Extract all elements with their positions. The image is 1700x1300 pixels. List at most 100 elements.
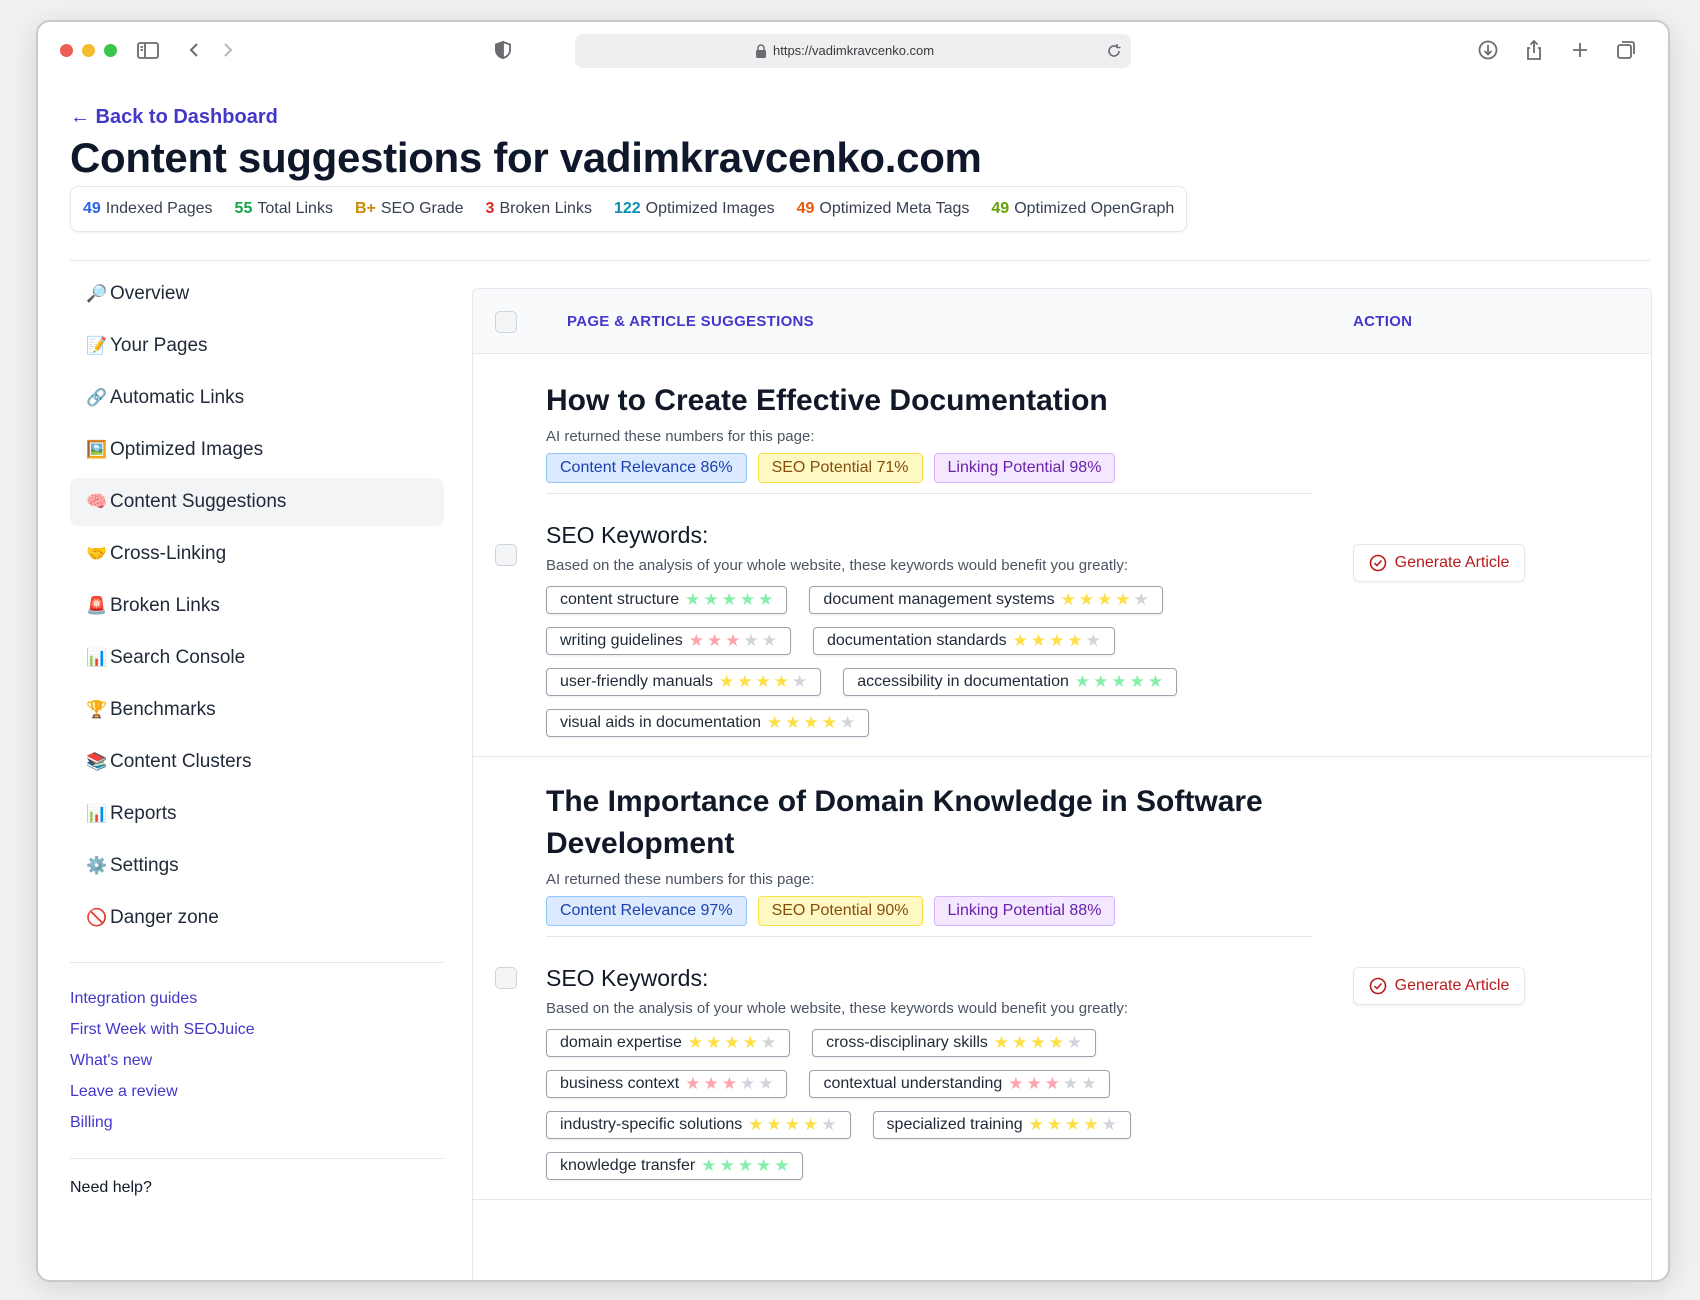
sidebar-item-label: Automatic Links	[110, 387, 245, 408]
maximize-window-button[interactable]	[104, 44, 117, 57]
sidebar: 🔎 Overview 📝 Your Pages 🔗 Automatic Links 🖼️ Op…	[70, 270, 444, 1197]
keyword-tag[interactable]: documentation standards ★★★★★	[812, 627, 1115, 655]
star-icon: ★	[706, 1033, 725, 1052]
downloads-icon[interactable]	[1474, 36, 1502, 64]
suggestions-table: PAGE & ARTICLE SUGGESTIONS ACTION How to…	[472, 288, 1652, 1280]
star-icon: ★	[1083, 1115, 1102, 1134]
sidebar-item-label: Overview	[110, 283, 190, 304]
star-icon: ★	[1078, 590, 1098, 609]
star-icon: ★	[1067, 631, 1086, 650]
close-window-button[interactable]	[60, 44, 73, 57]
sidebar-link[interactable]: First Week with SEOJuice	[70, 1014, 444, 1045]
keyword-rating: ★★★★★	[685, 590, 776, 610]
keyword-tag[interactable]: cross-disciplinary skills ★★★★★	[812, 1029, 1097, 1057]
star-icon: ★	[1097, 590, 1116, 609]
sidebar-toggle-icon[interactable]	[134, 36, 162, 64]
keyword-tag[interactable]: business context ★★★★★	[546, 1070, 788, 1098]
sidebar-item-automatic-links[interactable]: 🔗 Automatic Links	[70, 374, 444, 422]
sidebar-item-label: Your Pages	[110, 335, 208, 356]
star-icon: ★	[1046, 1115, 1066, 1134]
sidebar-link[interactable]: What's new	[70, 1045, 444, 1076]
sidebar-link[interactable]: Billing	[70, 1107, 444, 1138]
check-circle-icon	[1369, 554, 1386, 572]
keyword-tag[interactable]: accessibility in documentation ★★★★★	[843, 668, 1178, 696]
sidebar-item-danger-zone[interactable]: 🚫 Danger zone	[70, 894, 444, 942]
keyword-rating: ★★★★★	[689, 631, 780, 651]
stat-value: B+	[354, 200, 376, 217]
star-icon: ★	[1066, 1033, 1086, 1052]
keyword-tag[interactable]: content structure ★★★★★	[546, 586, 788, 614]
star-icon: ★	[993, 1033, 1013, 1052]
star-icon: ★	[773, 672, 792, 691]
keyword-tag[interactable]: document management systems ★★★★★	[809, 586, 1163, 614]
reload-icon[interactable]	[1105, 42, 1123, 60]
star-icon: ★	[1048, 1033, 1067, 1052]
keyword-tag[interactable]: knowledge transfer ★★★★★	[546, 1152, 804, 1180]
back-to-dashboard-link[interactable]: ← Back to Dashboard	[70, 106, 278, 129]
new-tab-icon[interactable]	[1566, 36, 1594, 64]
row-checkbox[interactable]	[495, 544, 517, 566]
sidebar-item-benchmarks[interactable]: 🏆 Benchmarks	[70, 686, 444, 734]
table-row: The Importance of Domain Knowledge in So…	[473, 757, 1651, 1200]
sidebar-item-your-pages[interactable]: 📝 Your Pages	[70, 322, 444, 370]
sidebar-link[interactable]: Leave a review	[70, 1076, 444, 1107]
keyword-text: writing guidelines	[560, 632, 683, 649]
sidebar-item-search-console[interactable]: 📊 Search Console	[70, 634, 444, 682]
keyword-tag[interactable]: user-friendly manuals ★★★★★	[546, 668, 822, 696]
star-icon: ★	[1012, 631, 1031, 650]
stat-item: B+ SEO Grade	[355, 200, 464, 218]
shield-icon[interactable]	[489, 36, 517, 64]
sidebar-nav: 🔎 Overview 📝 Your Pages 🔗 Automatic Links 🖼️ Op…	[70, 270, 444, 942]
keyword-text: industry-specific solutions	[560, 1116, 743, 1133]
select-all-checkbox[interactable]	[495, 311, 517, 333]
keyword-tag[interactable]: contextual understanding ★★★★★	[809, 1070, 1111, 1098]
star-icon: ★	[761, 631, 780, 650]
seo-keywords-subtitle: Based on the analysis of your whole webs…	[546, 1000, 1128, 1017]
keyword-tag[interactable]: domain expertise ★★★★★	[546, 1029, 791, 1057]
keyword-rating: ★★★★★	[994, 1033, 1085, 1053]
star-icon: ★	[1008, 1074, 1027, 1093]
sidebar-item-emoji-icon: 🖼️	[86, 440, 108, 459]
forward-arrow-icon[interactable]	[214, 36, 242, 64]
sidebar-item-broken-links[interactable]: 🚨 Broken Links	[70, 582, 444, 630]
browser-toolbar: https://vadimkravcenko.com	[38, 22, 1668, 78]
star-icon: ★	[791, 672, 811, 691]
keyword-text: accessibility in documentation	[857, 673, 1069, 690]
address-bar[interactable]: https://vadimkravcenko.com	[575, 34, 1131, 68]
stats-bar: 49 Indexed Pages 55 Total Links B+ SEO Grade 3…	[70, 186, 1188, 232]
sidebar-item-content-suggestions[interactable]: 🧠 Content Suggestions	[70, 478, 444, 526]
keyword-tag[interactable]: industry-specific solutions ★★★★★	[546, 1111, 851, 1139]
metrics-row: Content Relevance 86% SEO Potential 71% Li…	[546, 453, 1312, 483]
keyword-rating: ★★★★★	[1075, 672, 1166, 692]
star-icon: ★	[1074, 672, 1094, 691]
star-icon: ★	[1147, 672, 1167, 691]
lock-icon	[756, 44, 766, 58]
sidebar-item-reports[interactable]: 📊 Reports	[70, 790, 444, 838]
keyword-rating: ★★★★★	[1013, 631, 1104, 651]
star-icon: ★	[758, 590, 777, 609]
sidebar-item-overview[interactable]: 🔎 Overview	[70, 270, 444, 318]
back-arrow-icon[interactable]	[180, 36, 208, 64]
keyword-text: knowledge transfer	[560, 1157, 696, 1174]
row-checkbox[interactable]	[495, 967, 517, 989]
sidebar-item-content-clusters[interactable]: 📚 Content Clusters	[70, 738, 444, 786]
keyword-tag[interactable]: visual aids in documentation ★★★★★	[546, 709, 870, 737]
sidebar-link[interactable]: Integration guides	[70, 983, 444, 1014]
stat-value: 49	[991, 200, 1010, 217]
sidebar-item-emoji-icon: 🔗	[86, 388, 108, 407]
stat-label: Indexed Pages	[105, 200, 213, 217]
tab-overview-icon[interactable]	[1612, 36, 1640, 64]
url-text: https://vadimkravcenko.com	[773, 43, 935, 58]
generate-article-button[interactable]: Generate Article	[1353, 544, 1525, 582]
keyword-tag[interactable]: writing guidelines ★★★★★	[546, 627, 791, 655]
sidebar-item-settings[interactable]: ⚙️ Settings	[70, 842, 444, 890]
sidebar-item-cross-linking[interactable]: 🤝 Cross-Linking	[70, 530, 444, 578]
share-icon[interactable]	[1520, 36, 1548, 64]
sidebar-item-optimized-images[interactable]: 🖼️ Optimized Images	[70, 426, 444, 474]
keyword-tag[interactable]: specialized training ★★★★★	[872, 1111, 1131, 1139]
minimize-window-button[interactable]	[82, 44, 95, 57]
generate-article-button[interactable]: Generate Article	[1353, 967, 1525, 1005]
star-icon: ★	[1028, 1115, 1047, 1134]
star-icon: ★	[1133, 590, 1152, 609]
star-icon: ★	[1026, 1074, 1045, 1093]
